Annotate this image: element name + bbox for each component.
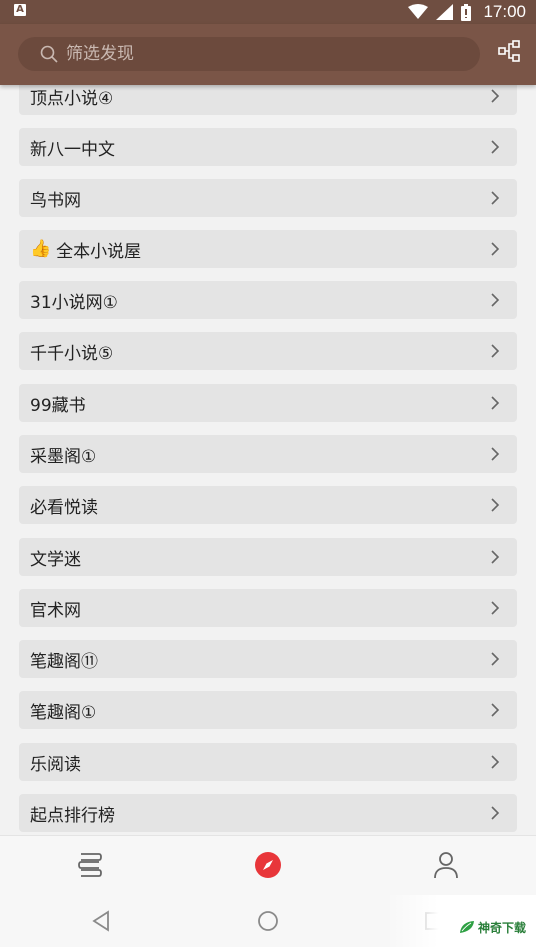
chevron-right-icon (491, 550, 500, 564)
thumbs-up-icon: 👍 (30, 239, 52, 259)
list-item[interactable]: 顶点小说④ (19, 85, 517, 115)
source-label: 笔趣阁① (30, 702, 97, 723)
notification-a-icon: A (14, 4, 26, 16)
chevron-right-icon (491, 242, 500, 256)
chevron-right-icon (491, 191, 500, 205)
watermark-leaf-icon (459, 921, 474, 933)
source-label: 起点排行榜 (30, 805, 115, 826)
chevron-right-icon (491, 652, 500, 666)
status-bar: A 17:00 (0, 0, 536, 24)
source-label: 必看悦读 (30, 497, 98, 518)
profile-icon[interactable] (431, 850, 461, 880)
list-item[interactable]: 99藏书 (19, 384, 517, 422)
watermark: 神奇下载 (386, 895, 536, 947)
chevron-right-icon (491, 396, 500, 410)
chevron-right-icon (491, 755, 500, 769)
chevron-right-icon (491, 498, 500, 512)
chevron-right-icon (491, 293, 500, 307)
chevron-right-icon (491, 703, 500, 717)
source-label: 千千小说⑤ (30, 343, 114, 364)
list-item[interactable]: 新八一中文 (19, 128, 517, 166)
source-label: 乐阅读 (30, 754, 81, 775)
source-label: 采墨阁① (30, 446, 97, 467)
list-item[interactable]: 鸟书网 (19, 179, 517, 217)
source-label: 新八一中文 (30, 139, 115, 160)
source-label: 99藏书 (30, 395, 86, 416)
list-item[interactable]: 起点排行榜 (19, 794, 517, 832)
group-tree-icon[interactable] (496, 38, 522, 64)
bookshelf-icon[interactable] (75, 850, 105, 880)
battery-icon (461, 3, 472, 21)
source-label: 鸟书网 (30, 190, 81, 211)
status-time: 17:00 (483, 2, 526, 21)
chevron-right-icon (491, 89, 500, 103)
source-label: 文学迷 (30, 549, 81, 570)
chevron-right-icon (491, 140, 500, 154)
chevron-right-icon (491, 447, 500, 461)
source-label: 官术网 (30, 600, 81, 621)
watermark-logo: 神奇下载 (459, 919, 526, 936)
home-icon[interactable] (255, 908, 281, 934)
list-item[interactable]: 采墨阁① (19, 435, 517, 473)
bottom-nav (0, 835, 536, 896)
source-label: 笔趣阁⑪ (30, 651, 98, 672)
toolbar (0, 24, 536, 85)
list-item[interactable]: 乐阅读 (19, 743, 517, 781)
chevron-right-icon (491, 806, 500, 820)
list-item[interactable]: 官术网 (19, 589, 517, 627)
search-box[interactable] (18, 37, 480, 71)
list-item[interactable]: 千千小说⑤ (19, 332, 517, 370)
list-item[interactable]: 31小说网① (19, 281, 517, 319)
list-item[interactable]: 文学迷 (19, 538, 517, 576)
source-label: 顶点小说④ (30, 88, 114, 109)
list-item[interactable]: 笔趣阁① (19, 691, 517, 729)
search-input[interactable] (64, 43, 448, 65)
list-item[interactable]: 必看悦读 (19, 486, 517, 524)
source-label: 全本小说屋 (56, 241, 142, 262)
search-icon (40, 45, 58, 63)
wifi-icon (408, 4, 429, 19)
signal-icon (436, 4, 454, 20)
source-label: 31小说网① (30, 292, 118, 313)
watermark-text: 神奇下载 (477, 920, 526, 935)
discover-compass-icon[interactable] (253, 850, 283, 880)
chevron-right-icon (491, 344, 500, 358)
list-item[interactable]: 笔趣阁⑪ (19, 640, 517, 678)
source-list: 顶点小说④ 新八一中文 鸟书网 👍 全本小说屋 31小说网① 千千小说⑤ 99藏… (0, 85, 536, 835)
list-item[interactable]: 👍 全本小说屋 (19, 230, 517, 268)
back-icon[interactable] (88, 908, 114, 934)
chevron-right-icon (491, 601, 500, 615)
